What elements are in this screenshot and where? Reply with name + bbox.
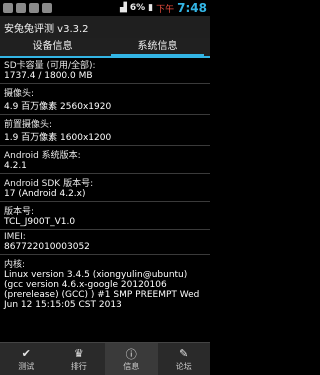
check-icon: ✔ [21, 347, 31, 360]
nav-test[interactable]: ✔ 测试 [0, 343, 53, 375]
nav-forum-label: 论坛 [175, 361, 192, 371]
notification-icons [0, 3, 52, 13]
tab-device-info[interactable]: 设备信息 [0, 38, 105, 56]
sd-capacity-item: SD卡容量 (可用/全部): 1737.4 / 1800.0 MB [0, 58, 210, 81]
nav-info-label: 信息 [123, 361, 140, 371]
kernel-value: Linux version 3.4.5 (xiongyulin@ubuntu) … [4, 270, 200, 310]
nav-test-label: 测试 [18, 361, 35, 371]
tab-label: 设备信息 [32, 41, 73, 52]
divider [0, 201, 210, 202]
notification-icon [3, 3, 13, 13]
divider [0, 254, 210, 255]
tab-system-info[interactable]: 系统信息 [105, 38, 210, 56]
build-number-item: 版本号: TCL_J900T_V1.0 [0, 204, 210, 227]
info-icon: ⓘ [125, 347, 137, 361]
front-camera-item: 前置摄像头: 1.9 百万像素 1600x1200 [0, 117, 210, 143]
signal-icon: ▟ [119, 3, 127, 13]
clock-time: 7:48 [177, 1, 207, 15]
android-version-label: Android 系统版本: [4, 151, 81, 161]
battery-icon: ▮ [148, 3, 154, 13]
divider [0, 173, 210, 174]
camera-label: 摄像头: [4, 89, 35, 99]
android-version-value: 4.2.1 [4, 161, 27, 171]
nav-forum[interactable]: ✎ 论坛 [158, 343, 211, 375]
status-right: ▟ 6% ▮ 下午 7:48 [120, 0, 207, 16]
divider [0, 229, 210, 230]
divider [0, 114, 210, 115]
camera-value: 4.9 百万像素 2560x1920 [4, 102, 112, 112]
system-info-list[interactable]: SD卡容量 (可用/全部): 1737.4 / 1800.0 MB 摄像头: 4… [0, 58, 210, 343]
nav-info[interactable]: ⓘ 信息 [105, 343, 158, 375]
trophy-icon: ♛ [73, 347, 84, 360]
sd-capacity-label: SD卡容量 (可用/全部): [4, 61, 96, 71]
android-version-item: Android 系统版本: 4.2.1 [0, 148, 210, 171]
front-camera-label: 前置摄像头: [4, 120, 53, 130]
nav-ranking[interactable]: ♛ 排行 [53, 343, 106, 375]
notification-icon [16, 3, 26, 13]
camera-item: 摄像头: 4.9 百万像素 2560x1920 [0, 86, 210, 112]
sdk-version-label: Android SDK 版本号: [4, 179, 94, 189]
app-title: 安兔兔评测 v3.3.2 [4, 23, 89, 35]
imei-value: 867722010003052 [4, 242, 90, 252]
sd-capacity-value: 1737.4 / 1800.0 MB [4, 71, 93, 81]
sdk-version-value: 17 (Android 4.2.x) [4, 189, 86, 199]
ampm-label: 下午 [156, 4, 175, 15]
forum-icon: ✎ [179, 347, 189, 360]
tab-bar: 设备信息 系统信息 [0, 38, 210, 56]
sdk-version-item: Android SDK 版本号: 17 (Android 4.2.x) [0, 176, 210, 199]
divider [0, 83, 210, 84]
bottom-navigation: ✔ 测试 ♛ 排行 ⓘ 信息 ✎ 论坛 [0, 342, 210, 375]
battery-percent: 6% [129, 3, 146, 13]
app-title-bar: 安兔兔评测 v3.3.2 [0, 16, 210, 38]
kernel-item: 内核: Linux version 3.4.5 (xiongyulin@ubun… [0, 257, 210, 310]
build-number-label: 版本号: [4, 207, 35, 217]
imei-label: IMEI: [4, 232, 26, 242]
divider [0, 145, 210, 146]
front-camera-value: 1.9 百万像素 1600x1200 [4, 133, 112, 143]
kernel-label: 内核: [4, 260, 26, 270]
notification-icon [29, 3, 39, 13]
tab-label: 系统信息 [137, 41, 178, 52]
nav-ranking-label: 排行 [70, 361, 87, 371]
build-number-value: TCL_J900T_V1.0 [4, 217, 76, 227]
status-bar: ▟ 6% ▮ 下午 7:48 [0, 0, 210, 16]
imei-item: IMEI: 867722010003052 [0, 232, 210, 252]
notification-icon [42, 3, 52, 13]
